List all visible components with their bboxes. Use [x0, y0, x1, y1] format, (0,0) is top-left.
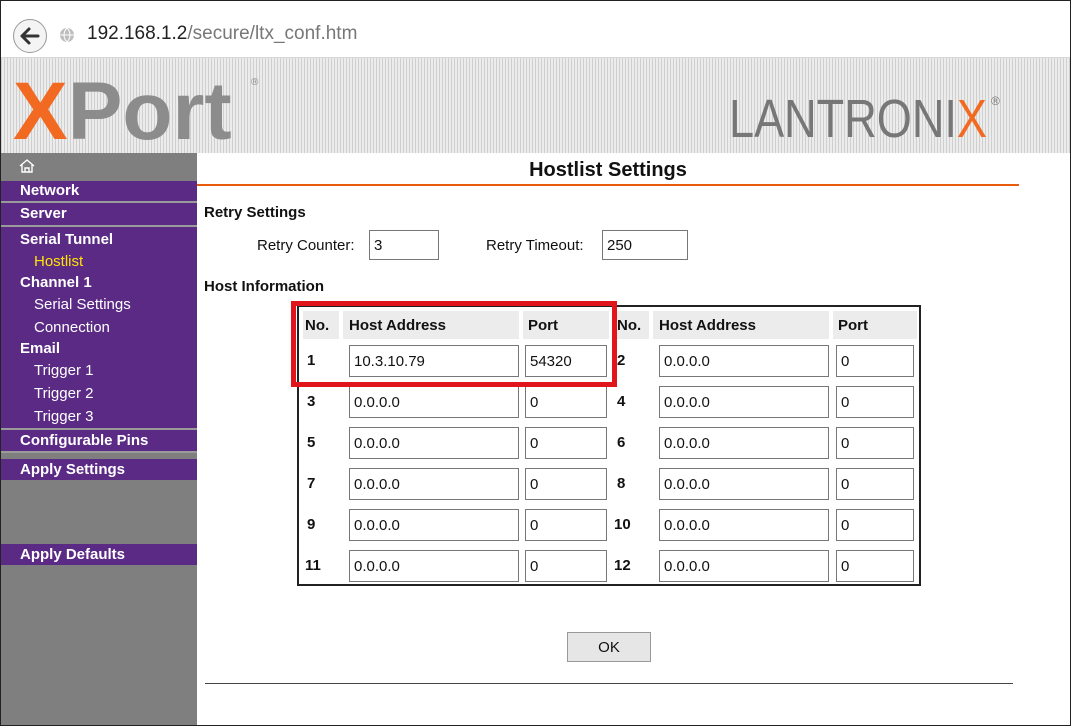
host-port-input[interactable] — [836, 550, 914, 582]
host-port-input[interactable] — [836, 509, 914, 541]
home-link[interactable] — [1, 153, 197, 181]
home-icon[interactable] — [19, 158, 35, 174]
host-address-input[interactable] — [659, 386, 829, 418]
nav-trigger2[interactable]: Trigger 2 — [1, 382, 197, 405]
host-port-input[interactable] — [836, 386, 914, 418]
nav-server[interactable]: Server — [1, 203, 197, 227]
bottom-divider — [205, 683, 1013, 684]
col-host-address-header: Host Address — [659, 317, 756, 334]
xport-logo-text: XPort — [13, 67, 232, 147]
logo-port: Port — [68, 67, 232, 147]
host-address-input[interactable] — [349, 468, 519, 500]
host-no: 10 — [614, 516, 631, 533]
host-no: 2 — [617, 352, 626, 369]
lantronix-logo-text: LANTRONIX — [729, 89, 987, 143]
nav-configurable-pins[interactable]: Configurable Pins — [1, 430, 197, 453]
svg-text:®: ® — [251, 77, 259, 88]
lantronix-logo: LANTRONIX ® — [729, 89, 1000, 143]
url-host: 192.168.1.2 — [87, 23, 188, 44]
host-address-input[interactable] — [349, 509, 519, 541]
svg-text:®: ® — [991, 94, 1000, 108]
highlight-box — [291, 301, 617, 387]
nav-hostlist[interactable]: Hostlist — [1, 250, 197, 273]
ok-button[interactable]: OK — [567, 632, 651, 662]
main-content: Hostlist Settings Retry Settings Retry C… — [197, 153, 1070, 725]
host-no: 3 — [307, 393, 316, 410]
host-address-input[interactable] — [659, 509, 829, 541]
nav-group-main: Serial Tunnel Hostlist Channel 1 Serial … — [1, 227, 197, 428]
host-address-input[interactable] — [659, 345, 829, 377]
xport-logo: XPort ® — [13, 67, 259, 147]
retry-counter-label: Retry Counter: — [257, 237, 355, 254]
page-title: Hostlist Settings — [529, 159, 687, 181]
nav-apply-settings[interactable]: Apply Settings — [1, 459, 197, 480]
host-address-input[interactable] — [659, 427, 829, 459]
col-port-header: Port — [838, 317, 868, 334]
host-no: 11 — [305, 557, 321, 574]
host-port-input[interactable] — [525, 386, 607, 418]
host-address-input[interactable] — [349, 386, 519, 418]
nav-network[interactable]: Network — [1, 181, 197, 203]
host-no: 12 — [614, 557, 631, 574]
host-address-input[interactable] — [349, 427, 519, 459]
sidebar: Network Server Serial Tunnel Hostlist Ch… — [1, 153, 197, 725]
back-button[interactable] — [13, 19, 47, 53]
host-port-input[interactable] — [525, 468, 607, 500]
host-no: 6 — [617, 434, 626, 451]
host-port-input[interactable] — [525, 509, 607, 541]
host-port-input[interactable] — [525, 550, 607, 582]
nav-channel1[interactable]: Channel 1 — [1, 273, 197, 293]
host-no: 9 — [307, 516, 316, 533]
nav-apply-defaults[interactable]: Apply Defaults — [1, 544, 197, 565]
nav-trigger3[interactable]: Trigger 3 — [1, 405, 197, 428]
nav-serial-settings[interactable]: Serial Settings — [1, 293, 197, 316]
host-address-input[interactable] — [349, 550, 519, 582]
host-information-heading: Host Information — [204, 278, 324, 295]
retry-timeout-input[interactable] — [602, 230, 688, 260]
url-path: /secure/ltx_conf.htm — [187, 23, 358, 44]
logo-x: X — [13, 67, 68, 147]
host-port-input[interactable] — [836, 427, 914, 459]
retry-timeout-label: Retry Timeout: — [486, 237, 584, 254]
host-port-input[interactable] — [525, 427, 607, 459]
nav-serial-tunnel[interactable]: Serial Tunnel — [1, 227, 197, 250]
nav-trigger1[interactable]: Trigger 1 — [1, 359, 197, 382]
url-text[interactable]: 192.168.1.2/secure/ltx_conf.htm — [87, 23, 357, 45]
host-no: 4 — [617, 393, 626, 410]
retry-counter-input[interactable] — [369, 230, 439, 260]
host-no: 8 — [617, 475, 626, 492]
host-no: 5 — [307, 434, 316, 451]
host-no: 7 — [307, 475, 316, 492]
address-bar[interactable]: 192.168.1.2/secure/ltx_conf.htm — [1, 1, 1070, 58]
host-port-input[interactable] — [836, 468, 914, 500]
nav-email[interactable]: Email — [1, 339, 197, 359]
nav-connection[interactable]: Connection — [1, 316, 197, 339]
host-port-input[interactable] — [836, 345, 914, 377]
retry-settings-heading: Retry Settings — [204, 204, 306, 221]
host-address-input[interactable] — [659, 468, 829, 500]
col-no-header: No. — [617, 317, 642, 334]
back-arrow-icon — [20, 27, 40, 45]
browser-window: 192.168.1.2/secure/ltx_conf.htm XPort ® … — [0, 0, 1071, 726]
host-address-input[interactable] — [659, 550, 829, 582]
globe-icon — [60, 27, 74, 43]
title-divider — [197, 184, 1019, 186]
